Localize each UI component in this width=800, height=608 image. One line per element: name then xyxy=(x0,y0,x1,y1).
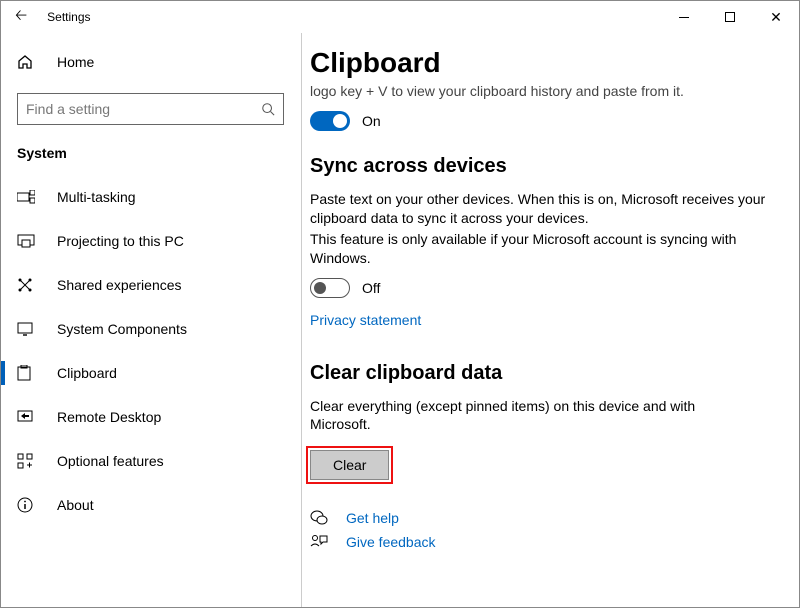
clear-paragraph: Clear everything (except pinned items) o… xyxy=(310,397,710,435)
nav-label: Optional features xyxy=(57,453,164,469)
home-icon xyxy=(17,54,41,70)
clear-button[interactable]: Clear xyxy=(310,450,389,480)
nav-multi-tasking[interactable]: Multi-tasking xyxy=(1,175,284,219)
give-feedback-link[interactable]: Give feedback xyxy=(310,534,769,550)
get-help-link[interactable]: Get help xyxy=(310,510,769,526)
nav-optional-features[interactable]: Optional features xyxy=(1,439,284,483)
sidebar-category: System xyxy=(17,145,284,161)
optional-icon xyxy=(17,453,41,469)
search-input[interactable]: Find a setting xyxy=(17,93,284,125)
nav-clipboard[interactable]: Clipboard xyxy=(1,351,284,395)
sync-paragraph-1: Paste text on your other devices. When t… xyxy=(310,190,769,228)
nav-label: Remote Desktop xyxy=(57,409,161,425)
shared-icon xyxy=(17,277,41,293)
remote-icon xyxy=(17,410,41,424)
close-button[interactable]: ✕ xyxy=(753,1,799,33)
clear-heading: Clear clipboard data xyxy=(310,362,769,385)
nav-label: Clipboard xyxy=(57,365,117,381)
search-placeholder: Find a setting xyxy=(26,101,261,117)
components-icon xyxy=(17,322,41,336)
projecting-icon xyxy=(17,234,41,248)
nav-home[interactable]: Home xyxy=(17,43,284,81)
multitask-icon xyxy=(17,190,41,204)
history-toggle-label: On xyxy=(362,113,381,129)
give-feedback-label: Give feedback xyxy=(346,534,436,550)
nav-label: Projecting to this PC xyxy=(57,233,184,249)
nav-label: About xyxy=(57,497,94,513)
sync-toggle-label: Off xyxy=(362,280,380,296)
clipboard-icon xyxy=(17,365,41,381)
help-icon xyxy=(310,510,334,526)
sync-heading: Sync across devices xyxy=(310,155,769,178)
history-toggle[interactable] xyxy=(310,111,350,131)
feedback-icon xyxy=(310,534,334,550)
nav-label: System Components xyxy=(57,321,187,337)
nav-home-label: Home xyxy=(57,54,94,70)
privacy-link[interactable]: Privacy statement xyxy=(310,312,421,328)
page-title: Clipboard xyxy=(310,47,769,79)
nav-label: Multi-tasking xyxy=(57,189,136,205)
history-description-truncated: logo key + V to view your clipboard hist… xyxy=(310,83,769,101)
search-icon xyxy=(261,102,275,116)
back-button[interactable]: 🡠 xyxy=(15,5,27,30)
nav-about[interactable]: About xyxy=(1,483,284,527)
about-icon xyxy=(17,497,41,513)
nav-label: Shared experiences xyxy=(57,277,182,293)
sync-toggle[interactable] xyxy=(310,278,350,298)
nav-projecting[interactable]: Projecting to this PC xyxy=(1,219,284,263)
get-help-label: Get help xyxy=(346,510,399,526)
minimize-button[interactable] xyxy=(661,1,707,33)
sync-paragraph-2: This feature is only available if your M… xyxy=(310,230,769,268)
nav-remote-desktop[interactable]: Remote Desktop xyxy=(1,395,284,439)
window-title: Settings xyxy=(47,10,90,24)
nav-system-components[interactable]: System Components xyxy=(1,307,284,351)
maximize-button[interactable] xyxy=(707,1,753,33)
nav-shared-experiences[interactable]: Shared experiences xyxy=(1,263,284,307)
